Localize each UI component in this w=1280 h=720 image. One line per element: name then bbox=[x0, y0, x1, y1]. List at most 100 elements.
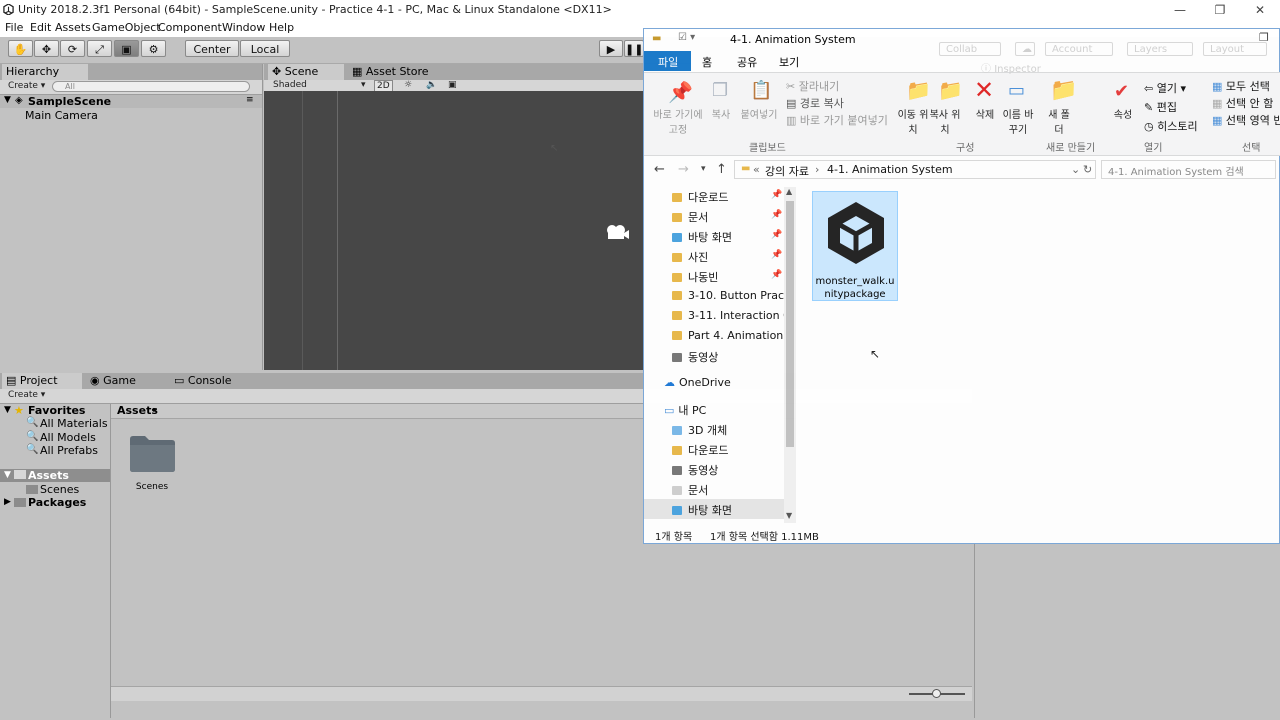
hierarchy-create-dropdown[interactable]: Create ▾ bbox=[8, 81, 45, 91]
expand-arrow-icon[interactable]: ▼ bbox=[4, 470, 11, 480]
pivot-local-button[interactable]: Local bbox=[240, 40, 290, 57]
hierarchy-search-input[interactable]: All bbox=[52, 81, 250, 92]
move-to-button[interactable]: 이동 위치 bbox=[896, 106, 930, 136]
history-button[interactable]: ◷ 히스토리 bbox=[1144, 118, 1198, 134]
nav-item-pc-desktop[interactable]: 바탕 화면 bbox=[672, 502, 732, 518]
play-button[interactable]: ▶ bbox=[599, 40, 623, 57]
forward-icon[interactable]: → bbox=[678, 162, 689, 177]
shading-dropdown[interactable]: Shaded bbox=[273, 80, 307, 90]
menu-file[interactable]: File bbox=[5, 21, 23, 34]
ribbon-tab-file[interactable]: 파일 bbox=[644, 51, 691, 71]
rename-button[interactable]: 이름 바꾸기 bbox=[999, 106, 1037, 136]
paste-icon[interactable]: 📋 bbox=[750, 80, 772, 101]
nav-item-interaction[interactable]: 3-11. Interaction Con bbox=[672, 309, 796, 322]
paste-button[interactable]: 붙여넣기 bbox=[738, 106, 780, 121]
move-to-icon[interactable]: 📁 bbox=[906, 78, 931, 102]
effects-icon[interactable]: ▣ bbox=[448, 80, 457, 90]
nav-scrollbar[interactable]: ▲ ▼ bbox=[784, 187, 796, 523]
copy-to-icon[interactable]: 📁 bbox=[938, 78, 963, 102]
breadcrumb-assets[interactable]: Assets bbox=[117, 404, 158, 417]
tab-hierarchy[interactable]: Hierarchy bbox=[2, 64, 88, 80]
nav-item-3d-objects[interactable]: 3D 개체 bbox=[672, 422, 727, 438]
tree-item-scenes[interactable]: Scenes bbox=[40, 483, 79, 496]
favorite-all-prefabs[interactable]: All Prefabs bbox=[40, 444, 98, 457]
scene-row[interactable]: ▼ ◈ SampleScene ≡ bbox=[0, 95, 262, 108]
address-dropdown-icon[interactable]: ⌄ bbox=[1071, 163, 1080, 176]
nav-item-user[interactable]: 나동빈 bbox=[672, 269, 718, 285]
scale-tool-icon[interactable]: ⤢ bbox=[87, 40, 112, 57]
favorite-all-models[interactable]: All Models bbox=[40, 431, 96, 444]
tab-console[interactable]: ▭ Console bbox=[170, 373, 250, 389]
layers-dropdown[interactable]: Layers bbox=[1127, 42, 1193, 56]
scene-menu-icon[interactable]: ≡ bbox=[246, 95, 254, 105]
address-bar[interactable]: ▬ « 강의 자료 › 4-1. Animation System ⌄ ↻ bbox=[734, 160, 1096, 179]
rotate-tool-icon[interactable]: ⟳ bbox=[60, 40, 85, 57]
pin-icon[interactable]: 📌 bbox=[668, 80, 693, 104]
scene-viewport[interactable]: ↖ bbox=[264, 91, 644, 370]
nav-item-part4[interactable]: Part 4. Animation & . bbox=[672, 329, 796, 342]
tab-project[interactable]: ▤ Project bbox=[2, 373, 82, 389]
address-overflow[interactable]: « bbox=[753, 163, 760, 176]
rename-icon[interactable]: ▭ bbox=[1008, 80, 1025, 101]
nav-item-button-practice[interactable]: 3-10. Button Practice bbox=[672, 289, 796, 302]
favorite-all-materials[interactable]: All Materials bbox=[40, 417, 108, 430]
ribbon-tab-share[interactable]: 공유 bbox=[737, 54, 757, 70]
nav-item-pc-documents[interactable]: 문서 bbox=[672, 482, 708, 498]
collab-dropdown[interactable]: Collab bbox=[939, 42, 1001, 56]
close-button[interactable]: ✕ bbox=[1240, 0, 1280, 20]
collapse-arrow-icon[interactable]: ▶ bbox=[4, 497, 11, 507]
paste-shortcut-button[interactable]: ▥ 바로 가기 붙여넣기 bbox=[786, 112, 888, 128]
file-item-selected[interactable]: monster_walk.unitypackage bbox=[812, 191, 898, 301]
recent-chevron-down-icon[interactable]: ▾ bbox=[701, 164, 706, 174]
cloud-button-icon[interactable]: ☁ bbox=[1015, 42, 1035, 56]
cut-button[interactable]: ✂ 잘라내기 bbox=[786, 78, 839, 94]
menu-window[interactable]: Window bbox=[222, 21, 265, 34]
nav-item-videos[interactable]: 동영상 bbox=[672, 349, 718, 365]
address-segment-lectures[interactable]: 강의 자료 bbox=[765, 163, 809, 179]
packages-label[interactable]: Packages bbox=[28, 496, 86, 509]
nav-item-pc-downloads[interactable]: 다운로드 bbox=[672, 442, 728, 458]
hierarchy-item-main-camera[interactable]: Main Camera bbox=[25, 109, 98, 122]
camera-gizmo-icon[interactable] bbox=[604, 222, 630, 242]
quick-access-toolbar-icon[interactable]: ☑ ▾ bbox=[678, 32, 695, 43]
copy-button[interactable]: 복사 bbox=[710, 106, 732, 121]
new-folder-icon[interactable]: 📁 bbox=[1050, 78, 1077, 103]
new-folder-button[interactable]: 새 폴더 bbox=[1044, 106, 1074, 136]
expand-arrow-icon[interactable]: ▼ bbox=[4, 95, 11, 105]
address-segment-current[interactable]: 4-1. Animation System bbox=[827, 163, 953, 176]
favorites-label[interactable]: Favorites bbox=[28, 404, 85, 417]
zoom-slider-thumb[interactable] bbox=[932, 689, 941, 698]
copy-path-button[interactable]: ▤ 경로 복사 bbox=[786, 95, 844, 111]
delete-button[interactable]: 삭제 bbox=[970, 106, 1000, 121]
invert-selection-button[interactable]: ▦ 선택 영역 반 bbox=[1212, 112, 1280, 128]
account-dropdown[interactable]: Account bbox=[1045, 42, 1113, 56]
ribbon-tab-view[interactable]: 보기 bbox=[779, 54, 799, 70]
nav-item-desktop[interactable]: 바탕 화면 bbox=[672, 229, 732, 245]
expand-arrow-icon[interactable]: ▼ bbox=[4, 405, 11, 415]
nav-item-pc-videos[interactable]: 동영상 bbox=[672, 462, 718, 478]
back-icon[interactable]: ← bbox=[654, 162, 665, 177]
menu-component[interactable]: Component bbox=[158, 21, 222, 34]
delete-icon[interactable]: ✕ bbox=[974, 76, 994, 104]
folder-icon[interactable] bbox=[128, 433, 176, 473]
select-all-button[interactable]: ▦ 모두 선택 bbox=[1212, 78, 1270, 94]
select-none-button[interactable]: ▦ 선택 안 함 bbox=[1212, 95, 1273, 111]
ribbon-tab-home[interactable]: 홈 bbox=[702, 54, 712, 70]
project-create-dropdown[interactable]: Create ▾ bbox=[8, 390, 45, 400]
copy-icon[interactable]: ❐ bbox=[712, 80, 728, 101]
tab-asset-store[interactable]: ▦ Asset Store bbox=[348, 64, 438, 80]
pause-button[interactable]: ❚❚ bbox=[624, 40, 644, 57]
properties-icon[interactable]: ✔ bbox=[1114, 81, 1129, 102]
rect-tool-icon[interactable]: ▣ bbox=[114, 40, 139, 57]
refresh-icon[interactable]: ↻ bbox=[1083, 163, 1092, 176]
nav-item-documents[interactable]: 문서 bbox=[672, 209, 708, 225]
audio-icon[interactable]: 🔈 bbox=[426, 80, 437, 90]
menu-gameobject[interactable]: GameObject bbox=[92, 21, 161, 34]
lighting-icon[interactable]: ☼ bbox=[404, 80, 412, 90]
nav-item-onedrive[interactable]: ☁ OneDrive bbox=[664, 376, 731, 389]
menu-help[interactable]: Help bbox=[269, 21, 294, 34]
explorer-search-input[interactable]: 4-1. Animation System 검색 bbox=[1101, 160, 1276, 179]
properties-button[interactable]: 속성 bbox=[1108, 106, 1138, 121]
copy-to-button[interactable]: 복사 위치 bbox=[928, 106, 962, 136]
layout-dropdown[interactable]: Layout bbox=[1203, 42, 1267, 56]
